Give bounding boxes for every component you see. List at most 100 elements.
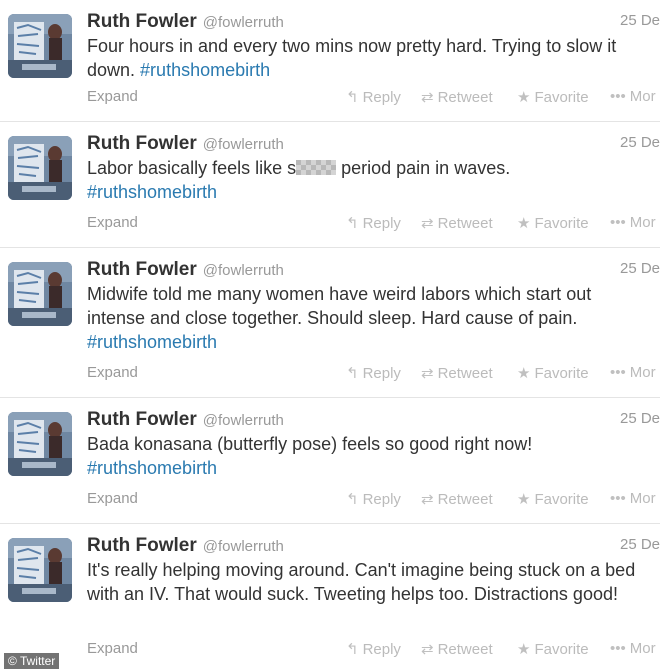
- avatar[interactable]: [8, 136, 72, 200]
- reply-label: Reply: [362, 641, 401, 658]
- more-label: Mor: [629, 490, 656, 507]
- tweet-text: Midwife told me many women have weird la…: [87, 282, 647, 354]
- author-handle[interactable]: @fowlerruth: [203, 262, 284, 279]
- ellipsis-icon: •••: [610, 640, 626, 657]
- tweet-text-part: Bada konasana (butterfly pose) feels so …: [87, 434, 533, 454]
- tweet-text: Four hours in and every two mins now pre…: [87, 34, 647, 82]
- tweet-item: Ruth Fowler @fowlerruth 25 De Labor basic…: [0, 122, 660, 248]
- avatar[interactable]: [8, 262, 72, 326]
- reply-label: Reply: [362, 491, 401, 508]
- retweet-icon: ⇄: [421, 365, 434, 382]
- retweet-button[interactable]: ⇄ Retweet: [421, 88, 493, 106]
- reply-icon: ↰: [346, 215, 359, 232]
- tweet-text-part: period pain in waves.: [336, 158, 511, 178]
- tweet-header: Ruth Fowler @fowlerruth: [87, 258, 284, 283]
- reply-button[interactable]: ↰ Reply: [346, 214, 401, 232]
- tweet-timestamp[interactable]: 25 De: [620, 260, 660, 277]
- reply-button[interactable]: ↰ Reply: [346, 640, 401, 658]
- censor-pixelation: [296, 160, 337, 175]
- retweet-label: Retweet: [437, 641, 493, 658]
- star-icon: ★: [517, 89, 531, 106]
- tweet-timestamp[interactable]: 25 De: [620, 410, 660, 427]
- retweet-icon: ⇄: [421, 215, 434, 232]
- more-button[interactable]: ••• Mor: [610, 214, 656, 231]
- favorite-button[interactable]: ★ Favorite: [517, 364, 589, 382]
- favorite-button[interactable]: ★ Favorite: [517, 88, 589, 106]
- retweet-button[interactable]: ⇄ Retweet: [421, 364, 493, 382]
- star-icon: ★: [517, 215, 531, 232]
- reply-button[interactable]: ↰ Reply: [346, 88, 401, 106]
- more-button[interactable]: ••• Mor: [610, 88, 656, 105]
- hashtag-link[interactable]: #ruthshomebirth: [140, 60, 270, 80]
- hashtag-link[interactable]: #ruthshomebirth: [87, 332, 217, 352]
- tweet-timestamp[interactable]: 25 De: [620, 536, 660, 553]
- retweet-label: Retweet: [437, 89, 493, 106]
- ellipsis-icon: •••: [610, 214, 626, 231]
- tweet-item: Ruth Fowler @fowlerruth 25 De It's really…: [0, 524, 660, 670]
- author-name[interactable]: Ruth Fowler: [87, 409, 197, 430]
- hashtag-link[interactable]: #ruthshomebirth: [87, 182, 217, 202]
- author-name[interactable]: Ruth Fowler: [87, 259, 197, 280]
- tweet-timestamp[interactable]: 25 De: [620, 134, 660, 151]
- author-handle[interactable]: @fowlerruth: [203, 412, 284, 429]
- reply-button[interactable]: ↰ Reply: [346, 364, 401, 382]
- more-label: Mor: [629, 88, 656, 105]
- avatar[interactable]: [8, 412, 72, 476]
- tweet-text: Labor basically feels like s period pain…: [87, 156, 647, 204]
- expand-link[interactable]: Expand: [87, 214, 138, 231]
- retweet-label: Retweet: [437, 491, 493, 508]
- more-button[interactable]: ••• Mor: [610, 640, 656, 657]
- reply-icon: ↰: [346, 641, 359, 658]
- expand-link[interactable]: Expand: [87, 88, 138, 105]
- expand-link[interactable]: Expand: [87, 490, 138, 507]
- reply-label: Reply: [362, 89, 401, 106]
- star-icon: ★: [517, 365, 531, 382]
- favorite-button[interactable]: ★ Favorite: [517, 490, 589, 508]
- retweet-button[interactable]: ⇄ Retweet: [421, 490, 493, 508]
- author-handle[interactable]: @fowlerruth: [203, 538, 284, 555]
- expand-link[interactable]: Expand: [87, 640, 138, 657]
- retweet-button[interactable]: ⇄ Retweet: [421, 214, 493, 232]
- avatar[interactable]: [8, 538, 72, 602]
- ellipsis-icon: •••: [610, 364, 626, 381]
- retweet-label: Retweet: [437, 365, 493, 382]
- more-button[interactable]: ••• Mor: [610, 364, 656, 381]
- tweet-timestamp[interactable]: 25 De: [620, 12, 660, 29]
- reply-label: Reply: [362, 215, 401, 232]
- author-handle[interactable]: @fowlerruth: [203, 14, 284, 31]
- retweet-icon: ⇄: [421, 89, 434, 106]
- tweet-header: Ruth Fowler @fowlerruth: [87, 408, 284, 433]
- author-name[interactable]: Ruth Fowler: [87, 133, 197, 154]
- author-handle[interactable]: @fowlerruth: [203, 136, 284, 153]
- more-button[interactable]: ••• Mor: [610, 490, 656, 507]
- tweet-timeline: Ruth Fowler @fowlerruth 25 De Four hours …: [0, 0, 660, 670]
- retweet-button[interactable]: ⇄ Retweet: [421, 640, 493, 658]
- author-name[interactable]: Ruth Fowler: [87, 11, 197, 32]
- favorite-button[interactable]: ★ Favorite: [517, 214, 589, 232]
- tweet-header: Ruth Fowler @fowlerruth: [87, 132, 284, 157]
- copyright-watermark: © Twitter: [4, 653, 60, 669]
- favorite-label: Favorite: [534, 215, 589, 232]
- star-icon: ★: [517, 641, 531, 658]
- tweet-item: Ruth Fowler @fowlerruth 25 De Midwife tol…: [0, 248, 660, 398]
- reply-icon: ↰: [346, 491, 359, 508]
- ellipsis-icon: •••: [610, 490, 626, 507]
- author-name[interactable]: Ruth Fowler: [87, 535, 197, 556]
- reply-button[interactable]: ↰ Reply: [346, 490, 401, 508]
- tweet-text-part: Midwife told me many women have weird la…: [87, 284, 592, 328]
- reply-icon: ↰: [346, 365, 359, 382]
- avatar[interactable]: [8, 14, 72, 78]
- favorite-label: Favorite: [534, 491, 589, 508]
- hashtag-link[interactable]: #ruthshomebirth: [87, 458, 217, 478]
- reply-icon: ↰: [346, 89, 359, 106]
- tweet-text: Bada konasana (butterfly pose) feels so …: [87, 432, 647, 480]
- star-icon: ★: [517, 491, 531, 508]
- tweet-item: Ruth Fowler @fowlerruth 25 De Bada konasa…: [0, 398, 660, 524]
- expand-link[interactable]: Expand: [87, 364, 138, 381]
- more-label: Mor: [629, 640, 656, 657]
- favorite-label: Favorite: [534, 641, 589, 658]
- more-label: Mor: [629, 214, 656, 231]
- tweet-text: It's really helping moving around. Can't…: [87, 558, 647, 606]
- more-label: Mor: [629, 364, 656, 381]
- favorite-button[interactable]: ★ Favorite: [517, 640, 589, 658]
